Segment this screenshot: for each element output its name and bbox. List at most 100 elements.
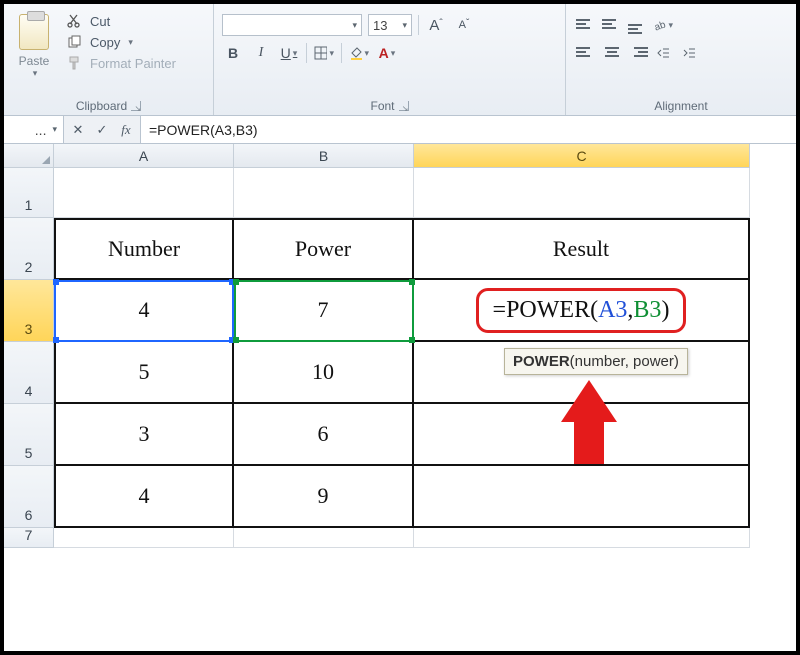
cell-B1[interactable] bbox=[234, 168, 414, 218]
row-6: 6 4 9 bbox=[4, 466, 796, 528]
cell-A6[interactable]: 4 bbox=[54, 466, 234, 528]
cell-formula-display: =POWER(A3,B3) bbox=[476, 288, 687, 333]
font-size-value: 13 bbox=[373, 18, 387, 33]
align-center-button[interactable] bbox=[600, 42, 622, 62]
grow-font-icon: A bbox=[429, 17, 439, 34]
align-right-button[interactable] bbox=[626, 42, 648, 62]
formula-suffix: ) bbox=[661, 297, 669, 323]
arrow-head-icon bbox=[561, 380, 617, 422]
column-header-C[interactable]: C bbox=[414, 144, 750, 168]
chevron-down-icon: ▾ bbox=[364, 48, 369, 59]
grow-font-button[interactable]: Aˆ bbox=[425, 14, 447, 36]
name-box-value: ... bbox=[35, 122, 47, 138]
font-size-combo[interactable]: 13 ▾ bbox=[368, 14, 412, 36]
down-caret-icon: ˇ bbox=[466, 18, 469, 29]
cell-A1[interactable] bbox=[54, 168, 234, 218]
cell-C7[interactable] bbox=[414, 528, 750, 548]
cell-C6[interactable] bbox=[414, 466, 750, 528]
formula-bar: ... ▾ ✕ ✓ fx =POWER(A3,B3) bbox=[4, 116, 796, 144]
cell-C2[interactable]: Result bbox=[414, 218, 750, 280]
format-painter-label: Format Painter bbox=[90, 56, 176, 71]
row-header-2[interactable]: 2 bbox=[4, 218, 54, 280]
fill-color-button[interactable]: ▾ bbox=[348, 42, 370, 64]
cut-button[interactable]: Cut bbox=[62, 12, 180, 30]
paintbrush-icon bbox=[66, 55, 84, 71]
row-3: 3 4 7 =POWER(A3,B3) bbox=[4, 280, 796, 342]
font-name-combo[interactable]: ▾ bbox=[222, 14, 362, 36]
bucket-icon bbox=[349, 46, 362, 60]
column-header-B[interactable]: B bbox=[234, 144, 414, 168]
row-header-6[interactable]: 6 bbox=[4, 466, 54, 528]
dialog-launcher-icon[interactable] bbox=[131, 101, 141, 111]
font-color-icon: A bbox=[379, 45, 389, 61]
row-header-1[interactable]: 1 bbox=[4, 168, 54, 218]
chevron-down-icon: ▾ bbox=[128, 37, 133, 48]
align-middle-button[interactable] bbox=[600, 14, 622, 34]
check-icon: ✓ bbox=[97, 122, 108, 138]
shrink-font-button[interactable]: Aˇ bbox=[453, 14, 475, 36]
orientation-icon: ab bbox=[653, 18, 666, 32]
tooltip-fn-name: POWER bbox=[513, 353, 570, 370]
annotation-arrow bbox=[564, 380, 614, 460]
cell-B5[interactable]: 6 bbox=[234, 404, 414, 466]
font-color-button[interactable]: A ▾ bbox=[376, 42, 398, 64]
divider bbox=[418, 15, 419, 35]
column-header-A[interactable]: A bbox=[54, 144, 234, 168]
name-box[interactable]: ... ▾ bbox=[4, 116, 64, 143]
cell-B3[interactable]: 7 bbox=[234, 280, 414, 342]
borders-button[interactable]: ▾ bbox=[313, 42, 335, 64]
cut-label: Cut bbox=[90, 14, 110, 29]
formula-prefix: =POWER( bbox=[493, 297, 599, 323]
formula-text: =POWER(A3,B3) bbox=[149, 122, 258, 138]
cell-A3[interactable]: 4 bbox=[54, 280, 234, 342]
chevron-down-icon: ▾ bbox=[293, 48, 298, 59]
paste-button[interactable]: Paste ▾ bbox=[12, 8, 56, 97]
cell-A7[interactable] bbox=[54, 528, 234, 548]
enter-formula-button[interactable]: ✓ bbox=[94, 122, 110, 138]
align-top-button[interactable] bbox=[574, 14, 596, 34]
cancel-formula-button[interactable]: ✕ bbox=[70, 122, 86, 138]
ribbon-group-clipboard: Paste ▾ Cut Copy ▾ bbox=[4, 4, 214, 115]
group-label-font: Font bbox=[370, 99, 394, 113]
row-header-3[interactable]: 3 bbox=[4, 280, 54, 342]
ribbon: Paste ▾ Cut Copy ▾ bbox=[4, 4, 796, 116]
group-label-alignment: Alignment bbox=[654, 99, 707, 113]
underline-button[interactable]: U▾ bbox=[278, 42, 300, 64]
increase-indent-button[interactable] bbox=[678, 42, 700, 64]
row-header-4[interactable]: 4 bbox=[4, 342, 54, 404]
row-header-5[interactable]: 5 bbox=[4, 404, 54, 466]
cell-C3[interactable]: =POWER(A3,B3) bbox=[414, 280, 750, 342]
x-icon: ✕ bbox=[73, 122, 84, 138]
row-7: 7 bbox=[4, 528, 796, 548]
italic-button[interactable]: I bbox=[250, 42, 272, 64]
cell-A4[interactable]: 5 bbox=[54, 342, 234, 404]
align-left-button[interactable] bbox=[574, 42, 596, 62]
shrink-font-icon: A bbox=[459, 19, 466, 31]
cell-B4[interactable]: 10 bbox=[234, 342, 414, 404]
cell-B7[interactable] bbox=[234, 528, 414, 548]
formula-input[interactable]: =POWER(A3,B3) bbox=[141, 116, 796, 143]
decrease-indent-button[interactable] bbox=[652, 42, 674, 64]
copy-button[interactable]: Copy ▾ bbox=[62, 33, 180, 51]
chevron-down-icon: ▾ bbox=[391, 48, 396, 59]
spreadsheet-grid[interactable]: A B C 1 2 Number Power Result 3 4 7 =POW… bbox=[4, 144, 796, 651]
cell-A2[interactable]: Number bbox=[54, 218, 234, 280]
orientation-button[interactable]: ab ▾ bbox=[652, 14, 674, 36]
scissors-icon bbox=[66, 13, 84, 29]
group-label-clipboard: Clipboard bbox=[76, 99, 127, 113]
chevron-down-icon: ▾ bbox=[402, 20, 407, 31]
cell-B2[interactable]: Power bbox=[234, 218, 414, 280]
decrease-indent-icon bbox=[656, 46, 670, 60]
row-header-7[interactable]: 7 bbox=[4, 528, 54, 548]
up-caret-icon: ˆ bbox=[439, 18, 442, 29]
bold-button[interactable]: B bbox=[222, 42, 244, 64]
cell-B6[interactable]: 9 bbox=[234, 466, 414, 528]
dialog-launcher-icon[interactable] bbox=[399, 101, 409, 111]
align-bottom-button[interactable] bbox=[626, 14, 648, 34]
cell-A5[interactable]: 3 bbox=[54, 404, 234, 466]
copy-icon bbox=[66, 34, 84, 50]
cell-C1[interactable] bbox=[414, 168, 750, 218]
format-painter-button[interactable]: Format Painter bbox=[62, 54, 180, 72]
select-all-corner[interactable] bbox=[4, 144, 54, 168]
insert-function-button[interactable]: fx bbox=[118, 122, 134, 138]
